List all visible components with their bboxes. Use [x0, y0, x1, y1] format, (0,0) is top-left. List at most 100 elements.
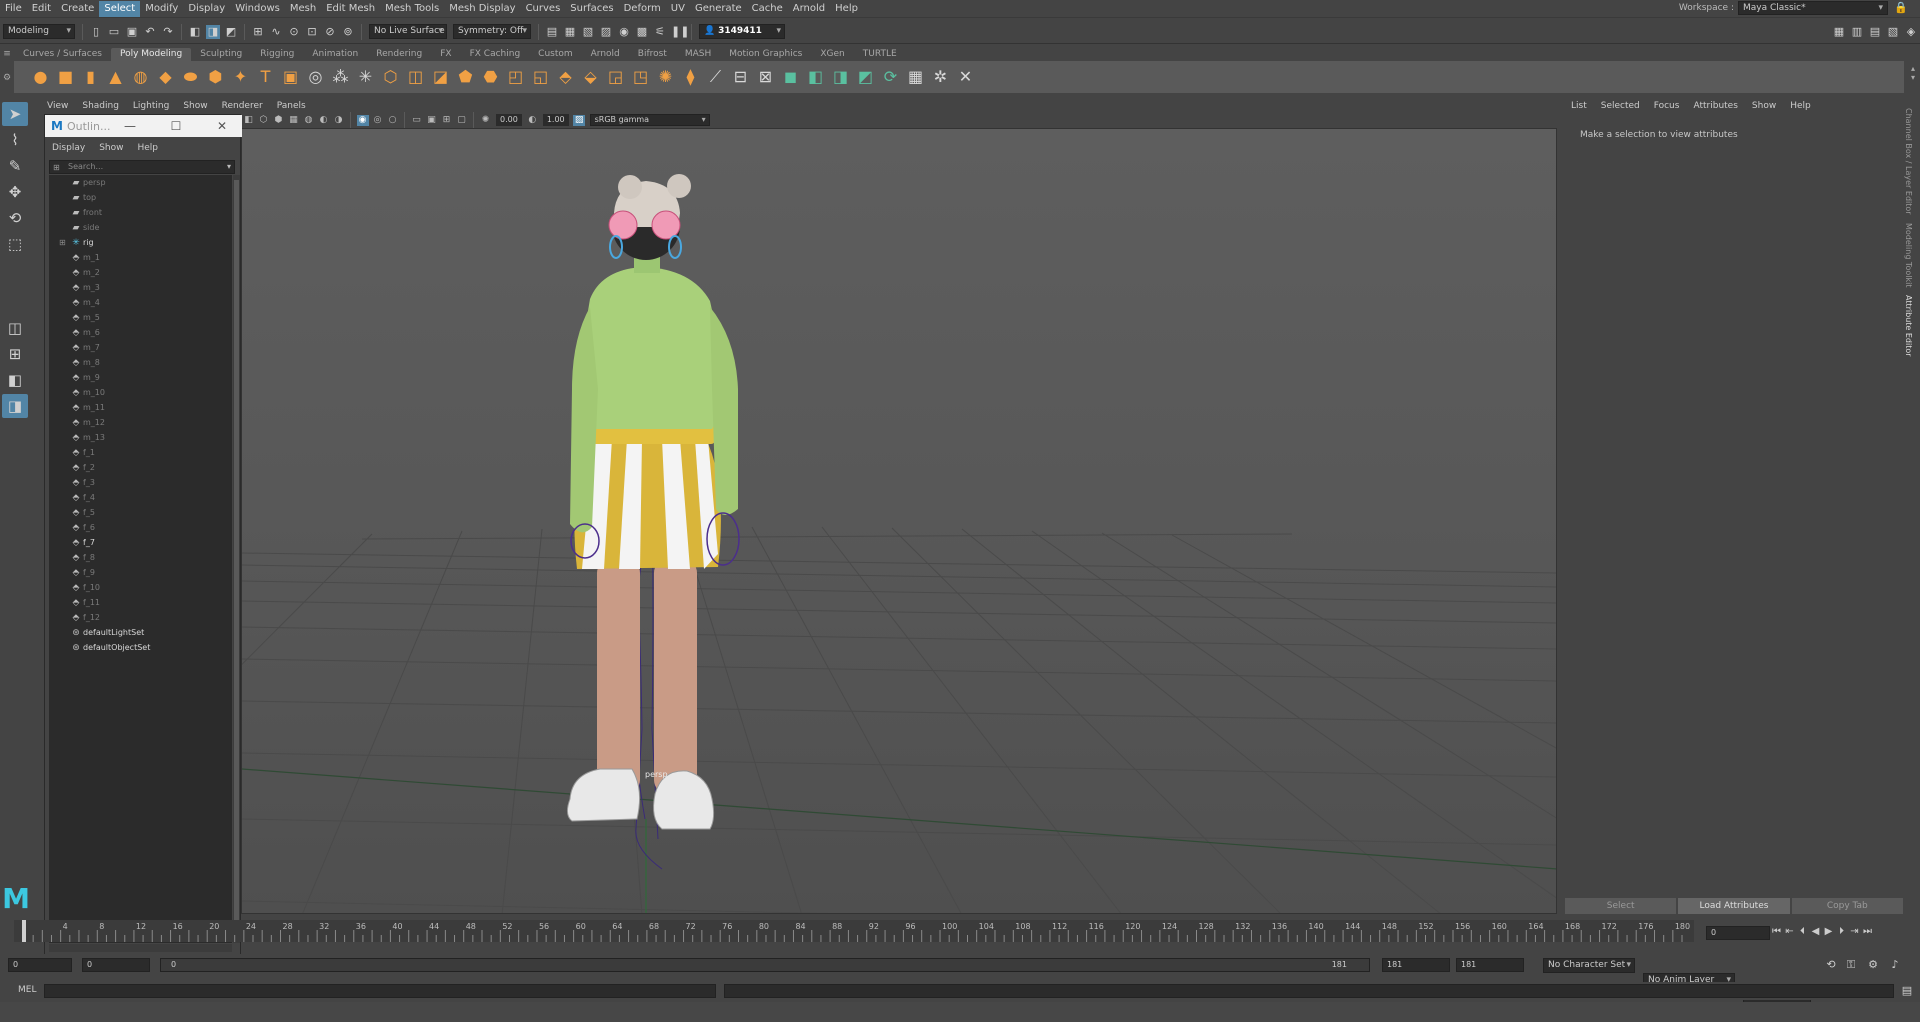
render-history-icon[interactable]: ▤ — [545, 25, 559, 39]
loop-icon[interactable]: ⟲ — [1824, 958, 1838, 972]
play-backwards-icon[interactable]: ◀ — [1809, 925, 1822, 939]
save-scene-icon[interactable]: ▣ — [125, 25, 139, 39]
viewport-menu-renderer[interactable]: Renderer — [215, 101, 270, 111]
scene-end-field[interactable]: 181 — [1456, 958, 1524, 972]
outliner-item[interactable]: ⬘ f_10 — [49, 580, 232, 595]
menu-file[interactable]: File — [0, 1, 27, 17]
outliner-item[interactable]: ⬘ m_1 — [49, 250, 232, 265]
sound-icon[interactable]: ♪ — [1888, 958, 1902, 972]
outliner-item[interactable]: ▰ front — [49, 205, 232, 220]
offset-edge-loop-icon[interactable]: ⊠ — [755, 67, 776, 88]
single-perspective-view-icon[interactable]: ◫ — [2, 316, 28, 340]
menu-select[interactable]: Select — [99, 0, 141, 17]
poly-cube-icon[interactable]: ■ — [55, 67, 76, 88]
platonic-solid-icon[interactable]: ⬢ — [205, 67, 226, 88]
redo-icon[interactable]: ↷ — [161, 25, 175, 39]
shelf-tab-custom[interactable]: Custom — [529, 48, 581, 61]
close-icon[interactable]: ✕ — [213, 118, 231, 134]
playback-end-field[interactable]: 181 — [1382, 958, 1450, 972]
shelf-tab-motion-graphics[interactable]: Motion Graphics — [720, 48, 811, 61]
mirror-icon[interactable]: ◳ — [630, 67, 651, 88]
gamma-icon[interactable]: ◐ — [526, 115, 538, 126]
select-hierarchy-icon[interactable]: ◧ — [188, 25, 202, 39]
step-forward-frame-icon[interactable]: ⏵ — [1835, 925, 1848, 939]
menu-edit-mesh[interactable]: Edit Mesh — [321, 1, 380, 17]
select-object-icon[interactable]: ◨ — [206, 24, 220, 39]
menu-create[interactable]: Create — [56, 1, 99, 17]
outliner-item[interactable]: ⬘ f_7 — [49, 535, 232, 550]
field-chart-icon[interactable]: ⊞ — [441, 115, 453, 126]
outliner-item[interactable]: ⬘ f_2 — [49, 460, 232, 475]
symmetry-dropdown[interactable]: Symmetry: Off — [453, 24, 531, 39]
shelf-tab-fx[interactable]: FX — [431, 48, 460, 61]
attr-menu-selected[interactable]: Selected — [1594, 101, 1647, 111]
auto-key-icon[interactable]: ⚿ — [1844, 958, 1858, 972]
menu-uv[interactable]: UV — [666, 1, 690, 17]
menu-arnold[interactable]: Arnold — [788, 1, 830, 17]
poly-text-icon[interactable]: T — [255, 67, 276, 88]
sweep-mesh-icon[interactable]: ◎ — [305, 67, 326, 88]
outliner-layout-icon[interactable]: ◨ — [2, 394, 28, 418]
outliner-item[interactable]: ⬘ m_5 — [49, 310, 232, 325]
move-tool-icon[interactable]: ✥ — [2, 180, 28, 204]
insert-edge-loop-icon[interactable]: ⊟ — [730, 67, 751, 88]
combine-icon[interactable]: ⬡ — [380, 67, 401, 88]
render-setup-icon[interactable]: ▩ — [635, 25, 649, 39]
textured-icon[interactable]: ▦ — [288, 115, 300, 126]
go-to-end-icon[interactable]: ⏭ — [1861, 925, 1874, 939]
outliner-item[interactable]: ⊞ ✳ rig — [49, 235, 232, 250]
poly-sphere-icon[interactable]: ● — [30, 67, 51, 88]
outliner-item[interactable]: ▰ side — [49, 220, 232, 235]
shelf-tab-xgen[interactable]: XGen — [811, 48, 853, 61]
snap-vertex-icon[interactable]: ⊚ — [341, 25, 355, 39]
outliner-item[interactable]: ▰ persp — [49, 175, 232, 190]
menu-curves[interactable]: Curves — [521, 1, 566, 17]
menu-surfaces[interactable]: Surfaces — [565, 1, 618, 17]
outliner-item[interactable]: ⬘ m_2 — [49, 265, 232, 280]
shelf-tab-rendering[interactable]: Rendering — [367, 48, 431, 61]
select-tool-icon[interactable]: ➤ — [2, 102, 28, 126]
attr-menu-help[interactable]: Help — [1783, 101, 1818, 111]
poly-cylinder-icon[interactable]: ▮ — [80, 67, 101, 88]
attr-menu-focus[interactable]: Focus — [1647, 101, 1687, 111]
cylindrical-mapping-icon[interactable]: ◧ — [805, 67, 826, 88]
maximize-icon[interactable]: ☐ — [167, 118, 185, 134]
gate-mask-icon[interactable]: ▣ — [426, 115, 438, 126]
side-tab-attribute-editor[interactable]: Attribute Editor — [1904, 295, 1913, 357]
color-management-icon[interactable]: ▨ — [573, 114, 586, 126]
outliner-item[interactable]: ⬘ f_5 — [49, 505, 232, 520]
shelf-settings-icon[interactable]: ⚙ — [0, 73, 14, 83]
snap-curve-icon[interactable]: ∿ — [269, 25, 283, 39]
rotate-tool-icon[interactable]: ⟲ — [2, 206, 28, 230]
current-frame-field[interactable]: 0 — [1706, 926, 1770, 940]
outliner-item[interactable]: ⬘ m_7 — [49, 340, 232, 355]
shelf-tab-fx-caching[interactable]: FX Caching — [461, 48, 530, 61]
outliner-item[interactable]: ⬘ f_6 — [49, 520, 232, 535]
lock-icon[interactable]: 🔒 — [1894, 1, 1908, 15]
svg-icon[interactable]: ▣ — [280, 67, 301, 88]
outliner-item[interactable]: ⬘ f_3 — [49, 475, 232, 490]
range-end-handle[interactable]: 181 — [1332, 959, 1347, 971]
minimize-icon[interactable]: — — [121, 118, 139, 134]
copy-tab-button[interactable]: Copy Tab — [1791, 898, 1903, 914]
snap-grid-icon[interactable]: ⊞ — [251, 25, 265, 39]
smooth-icon[interactable]: ⬟ — [455, 67, 476, 88]
merge-icon[interactable]: ⬙ — [580, 67, 601, 88]
time-slider[interactable]: 4 8 12 16 20 24 28 32 36 40 44 48 52 56 60 64 68 72 76 80 84… — [14, 920, 1694, 942]
separate-icon[interactable]: ◫ — [405, 67, 426, 88]
automatic-mapping-icon[interactable]: ◩ — [855, 67, 876, 88]
exposure-field[interactable]: 0.00 — [496, 114, 522, 126]
outliner-item[interactable]: ⬘ m_9 — [49, 370, 232, 385]
multi-cut-icon[interactable]: ⟋ — [705, 67, 726, 88]
spherical-mapping-icon[interactable]: ◨ — [830, 67, 851, 88]
outliner-menu-help[interactable]: Help — [130, 143, 165, 153]
outliner-item[interactable]: ⬘ m_3 — [49, 280, 232, 295]
shelf-tab-animation[interactable]: Animation — [303, 48, 367, 61]
outliner-item[interactable]: ⬘ f_11 — [49, 595, 232, 610]
expand-icon[interactable]: ⊞ — [59, 238, 69, 247]
collapse-icon[interactable]: ⧫ — [680, 67, 701, 88]
polygon-append-icon[interactable]: ✳ — [355, 67, 376, 88]
four-view-icon[interactable]: ⊞ — [2, 342, 28, 366]
menu-help[interactable]: Help — [830, 1, 863, 17]
outliner-item[interactable]: ⬘ m_13 — [49, 430, 232, 445]
